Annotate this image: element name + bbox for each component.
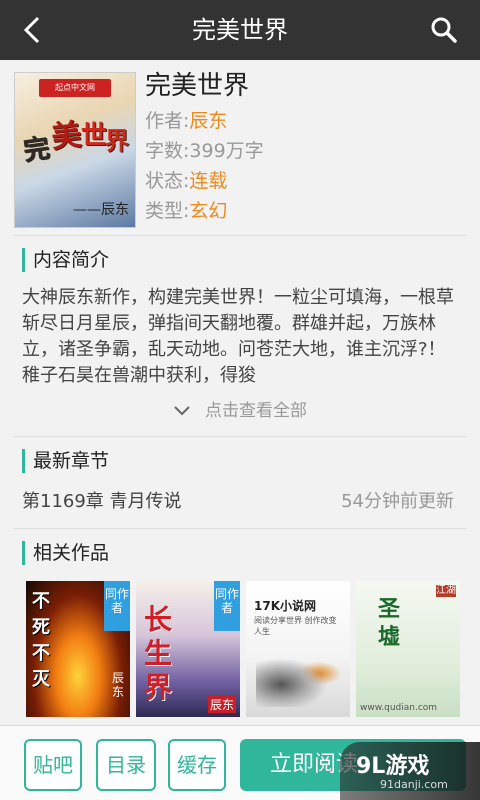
related-book-title: 17K小说网 <box>254 599 316 613</box>
book-cover[interactable]: 起点中文网 完 美 世 界 ——辰东 <box>14 72 136 228</box>
book-info: 起点中文网 完 美 世 界 ——辰东 完美世界 作者:辰东 字数:399万字 状… <box>0 60 480 238</box>
divider <box>14 436 466 437</box>
cache-button[interactable]: 缓存 <box>168 739 226 791</box>
site-watermark: 9L游戏 91danji.com <box>340 742 480 800</box>
cover-author: ——辰东 <box>73 202 129 218</box>
related-book-url: www.qudian.com <box>360 703 438 713</box>
related-book-cover[interactable]: 17K小说网 阅读分享世界 创作改变人生 <box>246 581 350 717</box>
genre-row: 类型:玄幻 <box>145 200 228 222</box>
related-heading: 相关作品 <box>22 541 109 565</box>
ink-painting <box>256 651 340 707</box>
intro-heading: 内容简介 <box>22 248 109 272</box>
related-book-seal: 江湖 <box>436 585 456 597</box>
related-list: 不死不灭 辰东 同作者 长生界 辰东 同作者 17K小说网 阅读分享世界 创作改… <box>26 581 466 717</box>
related-book-title: 长生界 <box>144 603 173 704</box>
related-book-title: 不死不灭 <box>32 591 50 690</box>
intro-text: 大神辰东新作，构建完美世界！一粒尘可填海，一根草斩尽日月星辰，弹指间天翻地覆。群… <box>22 287 454 386</box>
same-author-badge: 同作者 <box>104 581 130 631</box>
search-button[interactable] <box>422 8 466 52</box>
watermark-title: 9L游戏 <box>356 754 430 779</box>
related-book-cover[interactable]: 不死不灭 辰东 同作者 <box>26 581 130 717</box>
divider <box>14 528 466 529</box>
author-link[interactable]: 辰东 <box>189 110 227 132</box>
divider <box>14 235 466 236</box>
related-book-author: 辰东 <box>112 671 125 699</box>
latest-chapter-row[interactable]: 第1169章 青月传说 54分钟前更新 <box>22 488 454 516</box>
watermark-site: 91danji.com <box>380 778 448 791</box>
related-book-title: 圣墟 <box>378 596 401 650</box>
latest-chapter-title: 第1169章 青月传说 <box>22 491 182 512</box>
forum-button[interactable]: 贴吧 <box>24 739 82 791</box>
toc-button[interactable]: 目录 <box>96 739 156 791</box>
related-book-cover[interactable]: 圣墟 江湖 www.qudian.com <box>356 581 460 717</box>
words-row: 字数:399万字 <box>145 140 264 162</box>
page-title: 完美世界 <box>192 16 288 44</box>
latest-heading: 最新章节 <box>22 449 109 473</box>
status-row: 状态:连载 <box>145 170 228 192</box>
genre-link[interactable]: 玄幻 <box>189 200 227 222</box>
search-icon <box>431 17 457 43</box>
same-author-badge: 同作者 <box>214 581 240 631</box>
related-book-slogan: 阅读分享世界 创作改变人生 <box>254 616 337 636</box>
related-book-author: 辰东 <box>207 696 236 713</box>
cover-logo: 起点中文网 <box>39 79 111 97</box>
author-row: 作者:辰东 <box>145 110 228 132</box>
chevron-down-icon <box>174 406 190 416</box>
related-book-cover[interactable]: 长生界 辰东 同作者 <box>136 581 240 717</box>
expand-button[interactable]: 点击查看全部 <box>0 396 480 422</box>
expand-label: 点击查看全部 <box>205 401 307 421</box>
top-bar: 完美世界 <box>0 0 480 60</box>
book-title: 完美世界 <box>145 71 250 101</box>
book-meta: 完美世界 作者:辰东 字数:399万字 状态:连载 类型:玄幻 <box>145 66 264 226</box>
update-time: 54分钟前更新 <box>341 491 454 512</box>
